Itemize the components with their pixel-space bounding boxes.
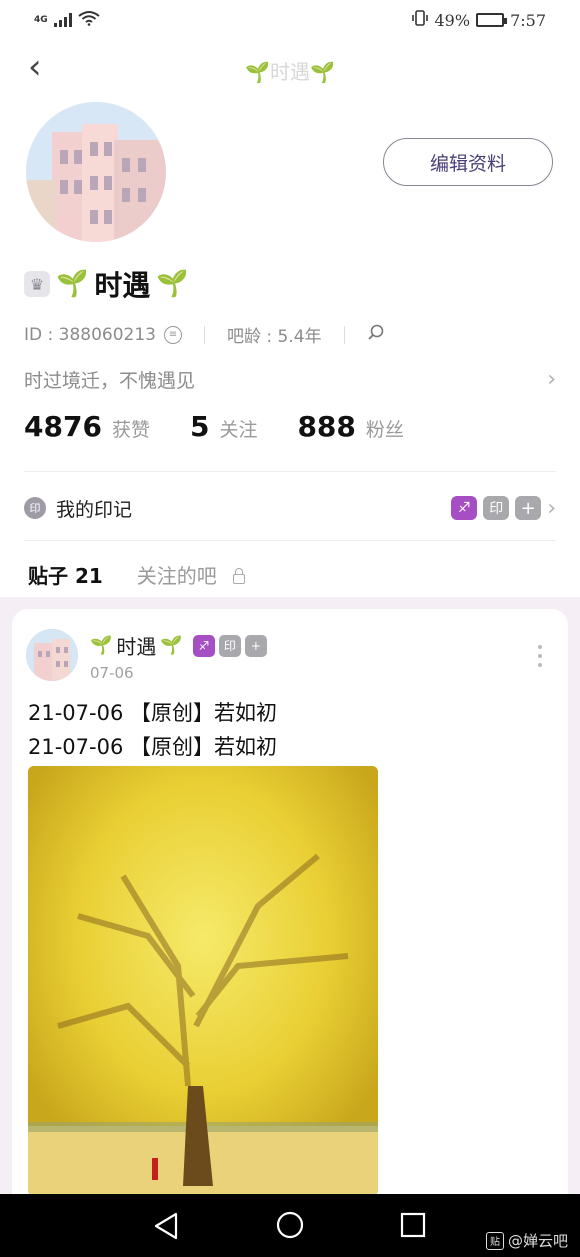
tab-posts[interactable]: 贴子 21 bbox=[28, 560, 103, 601]
network-type: 4G bbox=[34, 14, 48, 25]
bio-text: 时过境迁，不愧遇见 bbox=[24, 370, 196, 392]
more-icon[interactable] bbox=[538, 645, 542, 667]
post-card[interactable]: 🌱 时遇 🌱 ♐ 印 + 07-06 21-07-06 【原创】若如初 21-0… bbox=[12, 609, 568, 1209]
marks-label: 我的印记 bbox=[56, 498, 133, 521]
battery-percent: 49% bbox=[434, 10, 471, 30]
plus-badge: + bbox=[244, 634, 267, 657]
header: ‹ 🌱时遇🌱 bbox=[0, 44, 580, 94]
clock: 7:57 bbox=[510, 10, 546, 30]
sprout-icon: 🌱 bbox=[160, 635, 183, 656]
stat-fans[interactable]: 888 粉丝 bbox=[297, 410, 403, 443]
nav-recent-apps-icon[interactable] bbox=[399, 1211, 427, 1239]
marks-right: ♐ 印 + › bbox=[451, 496, 556, 521]
navigation-bar: 贴 @婵云吧 bbox=[0, 1194, 580, 1257]
stat-label: 关注 bbox=[219, 419, 258, 441]
chevron-right-icon: › bbox=[547, 495, 556, 521]
nav-home-icon[interactable] bbox=[274, 1209, 306, 1241]
divider bbox=[24, 540, 556, 541]
avatar[interactable] bbox=[26, 102, 166, 242]
post-badges: ♐ 印 + bbox=[192, 634, 267, 657]
wifi-icon bbox=[78, 10, 100, 30]
status-bar: 4G 49% 7:57 bbox=[0, 0, 580, 40]
chevron-right-icon: › bbox=[547, 367, 556, 392]
profile-name: 时遇 bbox=[94, 269, 151, 302]
stats-row: 4876 获赞 5 关注 888 粉丝 bbox=[24, 410, 444, 443]
stat-following[interactable]: 5 关注 bbox=[190, 410, 258, 443]
stat-number: 888 bbox=[297, 410, 356, 443]
sprout-icon: 🌱 bbox=[90, 635, 113, 656]
post-title-line[interactable]: 21-07-06 【原创】若如初 bbox=[28, 697, 277, 727]
crown-icon[interactable]: ♛ bbox=[24, 271, 50, 297]
sprout-icon: 🌱 bbox=[156, 269, 189, 299]
post-date: 07-06 bbox=[90, 664, 134, 682]
vibrate-icon bbox=[411, 9, 429, 31]
seal-badge: 印 bbox=[483, 496, 510, 520]
lock-icon bbox=[233, 568, 246, 584]
sagittarius-badge: ♐ bbox=[192, 634, 215, 657]
stat-likes[interactable]: 4876 获赞 bbox=[24, 410, 150, 443]
stat-label: 获赞 bbox=[111, 419, 150, 441]
tab-label: 贴子 21 bbox=[28, 564, 103, 588]
battery-icon bbox=[476, 13, 508, 27]
copy-icon[interactable]: ≡ bbox=[163, 325, 182, 344]
tab-followed-bars[interactable]: 关注的吧 bbox=[136, 560, 246, 589]
post-title-line[interactable]: 21-07-06 【原创】若如初 bbox=[28, 731, 277, 761]
stat-number: 4876 bbox=[24, 410, 102, 443]
watermark-text: @婵云吧 bbox=[507, 1232, 568, 1250]
post-author[interactable]: 时遇 bbox=[116, 631, 156, 660]
bio-row[interactable]: 时过境迁，不愧遇见 › bbox=[24, 366, 556, 393]
meta-row: ID : 388060213 ≡ 吧龄 : 5.4年 bbox=[24, 322, 385, 347]
tab-label: 关注的吧 bbox=[136, 564, 217, 588]
stat-label: 粉丝 bbox=[365, 419, 404, 441]
divider bbox=[203, 325, 205, 344]
header-title: 🌱时遇🌱 bbox=[245, 60, 335, 84]
tab-bar: 贴子 21 关注的吧 bbox=[28, 560, 246, 601]
tieba-logo-icon: 贴 bbox=[485, 1231, 504, 1250]
name-row: ♛ 🌱 时遇 🌱 bbox=[24, 264, 189, 304]
post-avatar[interactable] bbox=[26, 629, 78, 681]
search-icon[interactable] bbox=[367, 323, 385, 346]
status-left: 4G bbox=[34, 10, 100, 30]
user-id: ID : 388060213 bbox=[24, 324, 156, 345]
post-image[interactable] bbox=[28, 766, 378, 1196]
seal-icon: 印 bbox=[24, 497, 46, 519]
divider bbox=[24, 471, 556, 472]
nav-back-icon[interactable] bbox=[150, 1210, 182, 1242]
stat-number: 5 bbox=[189, 410, 210, 443]
post-author-row: 🌱 时遇 🌱 ♐ 印 + bbox=[90, 631, 267, 660]
edit-profile-button[interactable]: 编辑资料 bbox=[383, 138, 553, 186]
marks-row[interactable]: 印 我的印记 ♐ 印 + › bbox=[24, 490, 556, 526]
sprout-icon: 🌱 bbox=[56, 269, 89, 299]
plus-badge: + bbox=[515, 496, 542, 520]
bar-age: 吧龄 : 5.4年 bbox=[226, 327, 322, 347]
divider bbox=[343, 325, 345, 344]
status-right: 49% 7:57 bbox=[411, 9, 546, 31]
sagittarius-badge: ♐ bbox=[451, 496, 478, 520]
seal-badge: 印 bbox=[218, 634, 241, 657]
watermark: 贴 @婵云吧 bbox=[485, 1230, 568, 1251]
marks-left: 印 我的印记 bbox=[24, 495, 132, 522]
signal-icon bbox=[53, 13, 72, 27]
